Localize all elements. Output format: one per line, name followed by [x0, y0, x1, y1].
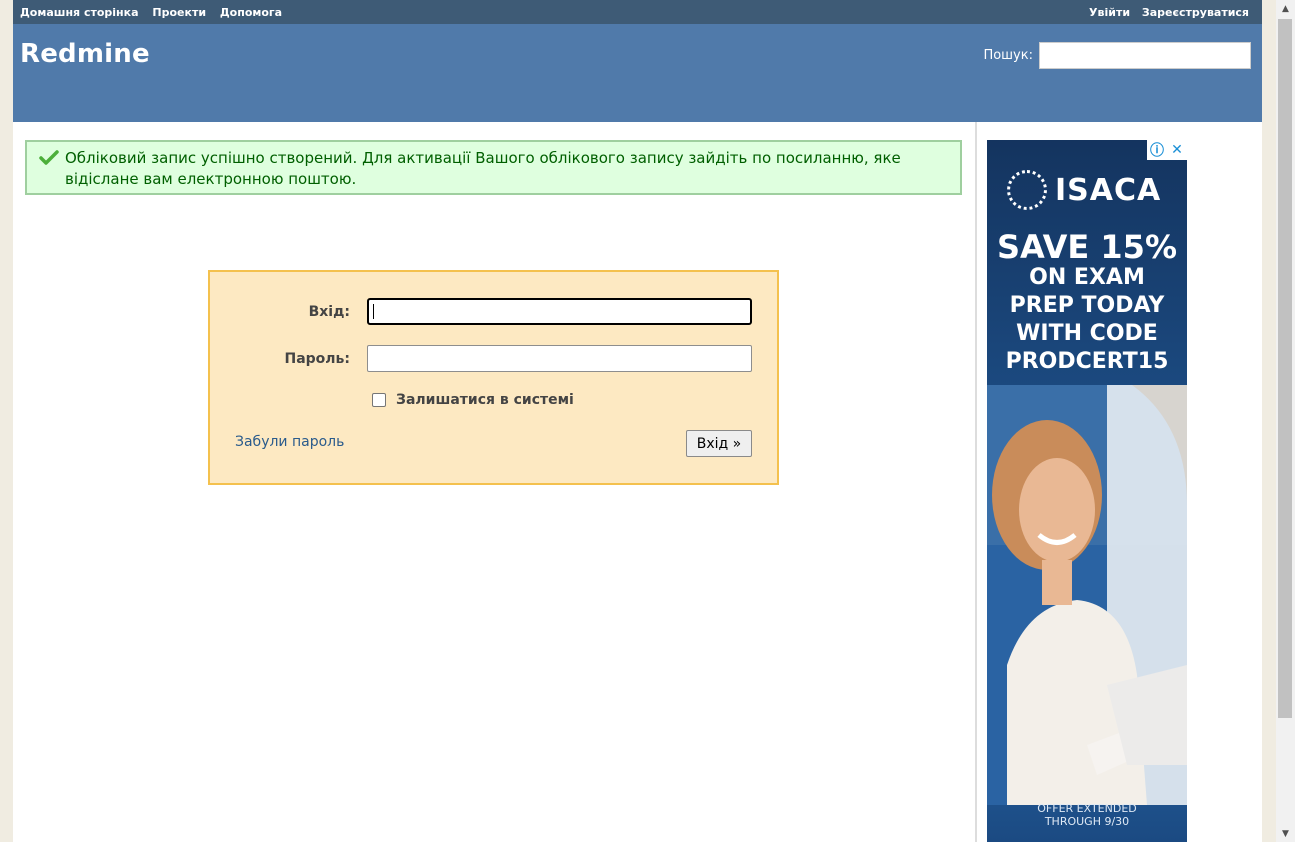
ad-logo: ISACA — [1007, 170, 1161, 210]
login-form: Вхід: Пароль: Залишатися в системі Забул… — [208, 270, 779, 485]
site-title[interactable]: Redmine — [20, 39, 150, 69]
username-label: Вхід: — [308, 304, 350, 320]
ad-footer-line: OFFER EXTENDED — [1037, 802, 1137, 815]
scrollbar-thumb[interactable] — [1278, 19, 1292, 718]
login-submit-button[interactable]: Вхід » — [686, 430, 752, 457]
ad-headline-line: WITH CODE — [1016, 321, 1158, 346]
password-label: Пароль: — [284, 351, 350, 367]
account-menu: Увійти Зареєструватися — [1081, 6, 1249, 19]
ad-banner[interactable]: ⓘ ✕ ISACA SAVE 15% ON EXAM PREP TODAY WI… — [987, 140, 1187, 842]
top-menu: Домашня сторінка Проекти Допомога Увійти… — [13, 0, 1262, 24]
scroll-down-arrow-icon[interactable]: ▼ — [1276, 825, 1295, 842]
ad-headline: SAVE 15% ON EXAM PREP TODAY WITH CODE PR… — [987, 230, 1187, 376]
ad-footer-line: THROUGH 9/30 — [1044, 815, 1130, 828]
sign-in-link[interactable]: Увійти — [1089, 6, 1130, 19]
sidebar: ⓘ ✕ ISACA SAVE 15% ON EXAM PREP TODAY WI… — [977, 122, 1262, 842]
top-menu-help-link[interactable]: Допомога — [220, 6, 282, 19]
top-menu-home-link[interactable]: Домашня сторінка — [20, 6, 139, 19]
ad-headline-line: ON EXAM — [1029, 265, 1145, 290]
header: Redmine Пошук: — [13, 24, 1262, 122]
ad-brand: ISACA — [1055, 172, 1162, 208]
top-menu-left: Домашня сторінка Проекти Допомога — [20, 6, 292, 19]
page-wrapper: Домашня сторінка Проекти Допомога Увійти… — [13, 0, 1262, 842]
search-input[interactable] — [1039, 42, 1251, 69]
remember-me-label[interactable]: Залишатися в системі — [396, 392, 574, 408]
ad-headline-big: SAVE 15% — [997, 228, 1177, 266]
search-label: Пошук: — [983, 48, 1033, 63]
ad-headline-line: PREP TODAY — [1009, 293, 1165, 318]
remember-me[interactable]: Залишатися в системі — [372, 392, 574, 408]
password-input[interactable] — [367, 345, 752, 372]
ad-footer: OFFER EXTENDED THROUGH 9/30 — [987, 802, 1187, 828]
vertical-scrollbar[interactable]: ▲ ▼ — [1276, 0, 1295, 842]
content: Обліковий запис успішно створений. Для а… — [13, 122, 975, 842]
flash-message: Обліковий запис успішно створений. Для а… — [65, 149, 901, 188]
top-menu-projects-link[interactable]: Проекти — [152, 6, 206, 19]
scroll-up-arrow-icon[interactable]: ▲ — [1276, 0, 1295, 17]
quick-search: Пошук: — [983, 42, 1251, 69]
register-link[interactable]: Зареєструватися — [1142, 6, 1249, 19]
ad-headline-line: PRODCERT15 — [1005, 349, 1169, 374]
flash-notice: Обліковий запис успішно створений. Для а… — [25, 140, 962, 195]
checkmark-icon — [39, 150, 59, 165]
username-input[interactable] — [367, 298, 752, 325]
main: Обліковий запис успішно створений. Для а… — [13, 122, 1262, 842]
remember-me-checkbox[interactable] — [372, 393, 386, 407]
ad-photo — [987, 385, 1187, 805]
info-icon[interactable]: ⓘ — [1147, 140, 1167, 160]
ad-controls: ⓘ ✕ — [1147, 140, 1187, 160]
isaca-logo-icon — [1007, 170, 1047, 210]
close-icon[interactable]: ✕ — [1167, 140, 1187, 160]
lost-password-link[interactable]: Забули пароль — [235, 434, 344, 450]
